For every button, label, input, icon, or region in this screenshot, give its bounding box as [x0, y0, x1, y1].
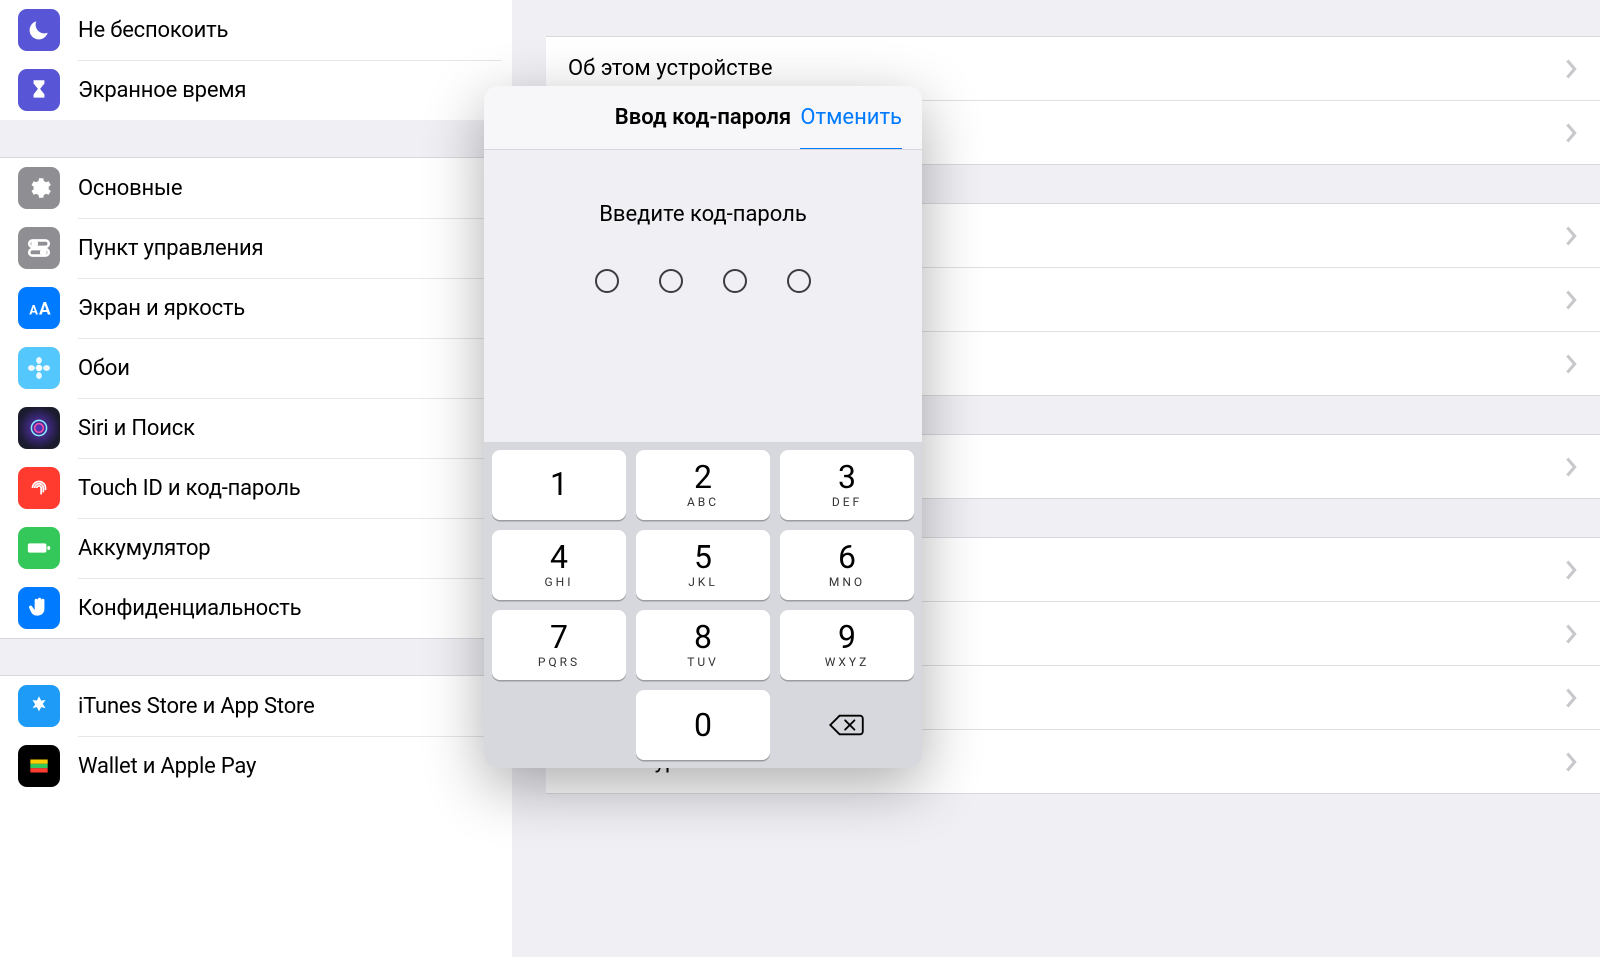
- svg-text:A: A: [39, 300, 51, 320]
- passcode-dot: [659, 269, 683, 293]
- sidebar-label: Пункт управления: [78, 236, 263, 261]
- keypad-0[interactable]: 0: [636, 690, 770, 760]
- passcode-dot: [723, 269, 747, 293]
- chevron-right-icon: [1564, 559, 1578, 581]
- modal-body: Введите код-пароль: [484, 150, 922, 442]
- sidebar-label: Аккумулятор: [78, 536, 210, 561]
- keypad-5[interactable]: 5 JKL: [636, 530, 770, 600]
- sidebar-group-2: Основные Пункт управления AA Экран и ярк…: [0, 158, 512, 638]
- keypad-delete[interactable]: [780, 690, 914, 760]
- hand-icon: [18, 587, 60, 629]
- key-digit: 9: [838, 621, 856, 653]
- key-letters: TUV: [687, 655, 719, 669]
- key-digit: 2: [694, 461, 712, 493]
- sidebar-item-general[interactable]: Основные: [0, 158, 512, 218]
- sidebar-item-display[interactable]: AA Экран и яркость: [0, 278, 512, 338]
- key-letters: DEF: [832, 495, 862, 509]
- hourglass-icon: [18, 69, 60, 111]
- sidebar-item-battery[interactable]: Аккумулятор: [0, 518, 512, 578]
- textsize-icon: AA: [18, 287, 60, 329]
- chevron-right-icon: [1564, 58, 1578, 80]
- switches-icon: [18, 227, 60, 269]
- sidebar-group-3: iTunes Store и App Store Wallet и Apple …: [0, 676, 512, 796]
- sidebar-label: Touch ID и код-пароль: [78, 476, 301, 501]
- sidebar-item-touchid[interactable]: Touch ID и код-пароль: [0, 458, 512, 518]
- sidebar-label: Обои: [78, 356, 130, 381]
- fingerprint-icon: [18, 467, 60, 509]
- passcode-modal: Ввод код-пароля Отменить Введите код-пар…: [484, 86, 922, 768]
- battery-icon: [18, 527, 60, 569]
- sidebar-item-wallpaper[interactable]: Обои: [0, 338, 512, 398]
- sidebar-item-screentime[interactable]: Экранное время: [0, 60, 512, 120]
- chevron-right-icon: [1564, 122, 1578, 144]
- passcode-dot: [787, 269, 811, 293]
- keypad-3[interactable]: 3 DEF: [780, 450, 914, 520]
- keypad-8[interactable]: 8 TUV: [636, 610, 770, 680]
- key-digit: 1: [550, 468, 568, 500]
- keypad-9[interactable]: 9 WXYZ: [780, 610, 914, 680]
- modal-title: Ввод код-пароля: [615, 105, 791, 130]
- sidebar-group-1: Не беспокоить Экранное время: [0, 0, 512, 120]
- sidebar-label: Siri и Поиск: [78, 416, 195, 441]
- wallet-icon: [18, 745, 60, 787]
- sidebar-item-controlcenter[interactable]: Пункт управления: [0, 218, 512, 278]
- sidebar-item-privacy[interactable]: Конфиденциальность: [0, 578, 512, 638]
- sidebar-label: Конфиденциальность: [78, 596, 301, 621]
- key-digit: 0: [694, 709, 712, 741]
- keypad-1[interactable]: 1: [492, 450, 626, 520]
- backspace-icon: [828, 712, 866, 738]
- cancel-button[interactable]: Отменить: [800, 86, 902, 149]
- passcode-dot: [595, 269, 619, 293]
- key-digit: 8: [694, 621, 712, 653]
- keypad-2[interactable]: 2 ABC: [636, 450, 770, 520]
- siri-icon: [18, 407, 60, 449]
- sidebar-label: Экранное время: [78, 78, 246, 103]
- keypad-4[interactable]: 4 GHI: [492, 530, 626, 600]
- appstore-icon: [18, 685, 60, 727]
- sidebar-item-dnd[interactable]: Не беспокоить: [0, 0, 512, 60]
- chevron-right-icon: [1564, 623, 1578, 645]
- sidebar-gap: [0, 120, 512, 158]
- key-letters: JKL: [688, 575, 718, 589]
- key-letters: PQRS: [538, 655, 580, 669]
- chevron-right-icon: [1564, 225, 1578, 247]
- sidebar-label: iTunes Store и App Store: [78, 694, 315, 719]
- key-letters: ABC: [687, 495, 719, 509]
- flower-icon: [18, 347, 60, 389]
- key-letters: WXYZ: [825, 655, 870, 669]
- gear-icon: [18, 167, 60, 209]
- modal-header: Ввод код-пароля Отменить: [484, 86, 922, 150]
- chevron-right-icon: [1564, 289, 1578, 311]
- sidebar-item-wallet[interactable]: Wallet и Apple Pay: [0, 736, 512, 796]
- sidebar-label: Не беспокоить: [78, 18, 228, 43]
- key-digit: 4: [550, 541, 568, 573]
- key-letters: GHI: [545, 575, 574, 589]
- keypad-7[interactable]: 7 PQRS: [492, 610, 626, 680]
- keypad-blank: [492, 690, 626, 760]
- row-label: Об этом устройстве: [568, 56, 773, 81]
- passcode-dots: [595, 269, 811, 293]
- chevron-right-icon: [1564, 687, 1578, 709]
- chevron-right-icon: [1564, 353, 1578, 375]
- key-digit: 5: [694, 541, 712, 573]
- key-digit: 6: [838, 541, 856, 573]
- sidebar-label: Основные: [78, 176, 182, 201]
- sidebar-item-itunes[interactable]: iTunes Store и App Store: [0, 676, 512, 736]
- key-letters: MNO: [829, 575, 865, 589]
- svg-text:A: A: [29, 304, 38, 319]
- passcode-prompt: Введите код-пароль: [599, 202, 807, 227]
- key-digit: 7: [550, 621, 568, 653]
- chevron-right-icon: [1564, 751, 1578, 773]
- sidebar-item-siri[interactable]: Siri и Поиск: [0, 398, 512, 458]
- numeric-keypad: 1 2 ABC 3 DEF 4 GHI 5 JKL 6 MNO 7 PQRS 8 TUV 9 W…: [484, 442, 922, 768]
- sidebar-gap: [0, 638, 512, 676]
- moon-icon: [18, 9, 60, 51]
- sidebar-label: Экран и яркость: [78, 296, 245, 321]
- sidebar: Не беспокоить Экранное время Основные: [0, 0, 512, 957]
- sidebar-label: Wallet и Apple Pay: [78, 754, 256, 779]
- chevron-right-icon: [1564, 456, 1578, 478]
- key-digit: 3: [838, 461, 856, 493]
- keypad-6[interactable]: 6 MNO: [780, 530, 914, 600]
